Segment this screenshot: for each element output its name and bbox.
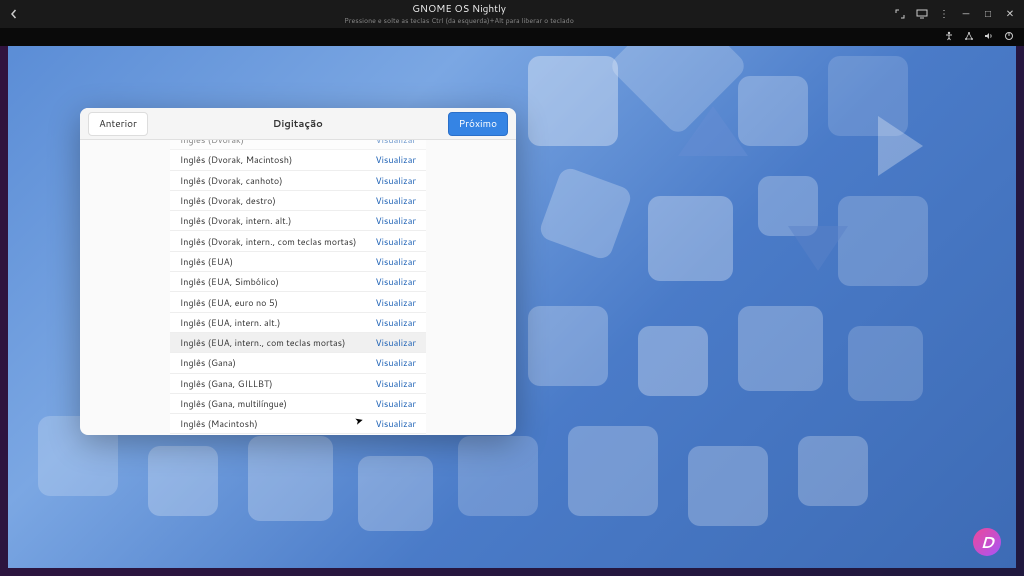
- preview-link[interactable]: Visualizar: [375, 356, 416, 369]
- keyboard-layout-list[interactable]: Inglês (Dvorak)VisualizarInglês (Dvorak,…: [80, 140, 516, 435]
- maximize-icon[interactable]: □: [978, 4, 998, 24]
- layout-name: Inglês (Gana, multilíngue): [180, 397, 287, 410]
- keyboard-layout-row[interactable]: Inglês (EUA) Visualizar: [170, 252, 426, 272]
- titlebar-controls: ⋮ — □ ✕: [890, 4, 1024, 24]
- layout-name: Inglês (Gana): [180, 356, 236, 369]
- keyboard-layout-row[interactable]: Inglês (Gana, multilíngue) Visualizar: [170, 394, 426, 414]
- keyboard-layout-row[interactable]: Inglês (Dvorak, intern. alt.) Visualizar: [170, 211, 426, 231]
- preview-link[interactable]: Visualizar: [375, 255, 416, 268]
- keyboard-layout-row[interactable]: Inglês (EUA, Simbólico) Visualizar: [170, 272, 426, 292]
- layout-name: Inglês (Macintosh): [180, 417, 258, 430]
- keyboard-layout-row[interactable]: Inglês (Gana) Visualizar: [170, 353, 426, 373]
- typing-dialog: Anterior Digitação Próximo Inglês (Dvora…: [80, 108, 516, 435]
- dialog-header: Anterior Digitação Próximo: [80, 108, 516, 140]
- display-icon[interactable]: [912, 4, 932, 24]
- preview-link[interactable]: Visualizar: [375, 275, 416, 288]
- window-title: GNOME OS Nightly: [28, 2, 890, 16]
- keyboard-layout-row[interactable]: Inglês (Dvorak) Visualizar: [170, 140, 426, 150]
- dialog-title: Digitação: [273, 117, 323, 131]
- layout-name: Inglês (EUA, Simbólico): [180, 275, 279, 288]
- preview-link[interactable]: Visualizar: [375, 235, 416, 248]
- layout-name: Inglês (EUA, intern., com teclas mortas): [180, 336, 345, 349]
- layout-name: Inglês (Dvorak): [180, 140, 244, 146]
- layout-name: Inglês (EUA, intern. alt.): [180, 316, 280, 329]
- keyboard-layout-row[interactable]: Inglês (EUA, intern. alt.) Visualizar: [170, 313, 426, 333]
- previous-button[interactable]: Anterior: [88, 112, 148, 136]
- keyboard-layout-row[interactable]: Inglês (Dvorak, intern., com teclas mort…: [170, 231, 426, 251]
- layout-name: Inglês (Dvorak, destro): [180, 194, 276, 207]
- preview-link[interactable]: Visualizar: [375, 397, 416, 410]
- power-icon[interactable]: [1004, 31, 1014, 44]
- volume-icon[interactable]: [984, 31, 994, 44]
- network-icon[interactable]: [964, 31, 974, 44]
- keyboard-layout-row[interactable]: Inglês (Dvorak, Macintosh) Visualizar: [170, 150, 426, 170]
- titlebar-center: GNOME OS Nightly Pressione e solte as te…: [28, 2, 890, 26]
- keyboard-layout-row[interactable]: Inglês (Gana, GILLBT) Visualizar: [170, 374, 426, 394]
- keyboard-layout-row[interactable]: Inglês (EUA, euro no 5) Visualizar: [170, 292, 426, 312]
- layout-name: Inglês (Gana, GILLBT): [180, 377, 273, 390]
- watermark-logo: D: [973, 528, 1001, 556]
- preview-link[interactable]: Visualizar: [375, 377, 416, 390]
- accessibility-icon[interactable]: [944, 31, 954, 44]
- keyboard-layout-row[interactable]: Inglês (Mali, EUA, Macintosh)Visualizar: [170, 434, 426, 435]
- preview-link[interactable]: Visualizar: [375, 153, 416, 166]
- preview-link[interactable]: Visualizar: [375, 336, 416, 349]
- keyboard-layout-row[interactable]: Inglês (EUA, intern., com teclas mortas)…: [170, 333, 426, 353]
- preview-link[interactable]: Visualizar: [375, 316, 416, 329]
- keyboard-layout-row[interactable]: Inglês (Dvorak, destro) Visualizar: [170, 191, 426, 211]
- gnome-topbar: [0, 28, 1024, 46]
- layout-name: Inglês (EUA, euro no 5): [180, 296, 278, 309]
- desktop: Anterior Digitação Próximo Inglês (Dvora…: [8, 46, 1016, 568]
- layout-name: Inglês (Dvorak, intern., com teclas mort…: [180, 235, 356, 248]
- layout-name: Inglês (Dvorak, canhoto): [180, 174, 283, 187]
- menu-icon[interactable]: ⋮: [934, 4, 954, 24]
- preview-link[interactable]: Visualizar: [375, 140, 416, 146]
- minimize-icon[interactable]: —: [956, 4, 976, 24]
- layout-name: Inglês (Dvorak, Macintosh): [180, 153, 292, 166]
- preview-link[interactable]: Visualizar: [375, 296, 416, 309]
- close-icon[interactable]: ✕: [1000, 4, 1020, 24]
- layout-name: Inglês (EUA): [180, 255, 233, 268]
- next-button[interactable]: Próximo: [448, 112, 508, 136]
- vm-titlebar: GNOME OS Nightly Pressione e solte as te…: [0, 0, 1024, 28]
- preview-link[interactable]: Visualizar: [375, 214, 416, 227]
- preview-link[interactable]: Visualizar: [375, 417, 416, 430]
- window-subtitle: Pressione e solte as teclas Ctrl (da esq…: [28, 16, 890, 26]
- preview-link[interactable]: Visualizar: [375, 194, 416, 207]
- back-button[interactable]: [0, 0, 28, 28]
- preview-link[interactable]: Visualizar: [375, 174, 416, 187]
- fullscreen-icon[interactable]: [890, 4, 910, 24]
- keyboard-layout-row[interactable]: Inglês (Macintosh) Visualizar: [170, 414, 426, 434]
- keyboard-layout-row[interactable]: Inglês (Dvorak, canhoto) Visualizar: [170, 171, 426, 191]
- layout-name: Inglês (Dvorak, intern. alt.): [180, 214, 291, 227]
